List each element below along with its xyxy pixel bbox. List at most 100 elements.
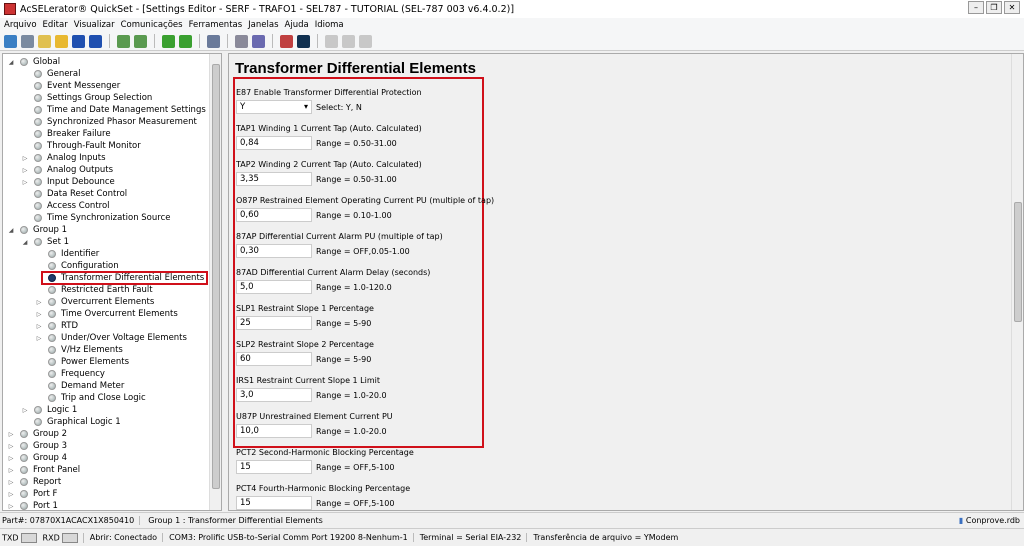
setting-input[interactable]: 0,84 xyxy=(236,136,312,150)
collapsed-arrow-icon[interactable]: ▷ xyxy=(35,311,43,318)
tree-item[interactable]: ▷ Overcurrent Elements xyxy=(35,296,155,308)
menu-editar[interactable]: Editar xyxy=(43,20,68,30)
collapsed-arrow-icon[interactable]: ▷ xyxy=(7,479,15,486)
tree-item[interactable]: V/Hz Elements xyxy=(35,344,123,356)
tree-item[interactable]: Restricted Earth Fault xyxy=(35,284,153,296)
expanded-arrow-icon[interactable]: ◢ xyxy=(21,239,29,246)
collapsed-arrow-icon[interactable]: ▷ xyxy=(7,491,15,498)
toolbar-button-icon[interactable] xyxy=(162,34,175,48)
tree-item[interactable]: Configuration xyxy=(35,260,119,272)
collapsed-arrow-icon[interactable]: ▷ xyxy=(21,179,29,186)
tree-item[interactable]: ▷ Port F xyxy=(7,488,58,500)
setting-input[interactable]: 5,0 xyxy=(236,280,312,294)
menu-comunicações[interactable]: Comunicações xyxy=(121,20,183,30)
minimize-button[interactable]: – xyxy=(968,1,984,14)
collapsed-arrow-icon[interactable]: ▷ xyxy=(7,431,15,438)
collapsed-arrow-icon[interactable]: ▷ xyxy=(7,503,15,510)
close-button[interactable]: ✕ xyxy=(1004,1,1020,14)
menu-visualizar[interactable]: Visualizar xyxy=(74,20,115,30)
tree-item[interactable]: ▷ Analog Outputs xyxy=(21,164,113,176)
setting-select[interactable]: Y xyxy=(236,100,312,114)
toolbar-button-icon[interactable] xyxy=(72,34,85,48)
toolbar-button-icon[interactable] xyxy=(4,34,17,48)
toolbar-button-icon[interactable] xyxy=(134,34,147,48)
scroll-thumb[interactable] xyxy=(212,64,220,489)
toolbar-button-icon[interactable] xyxy=(207,34,220,48)
tree-item[interactable]: ▷ RTD xyxy=(35,320,78,332)
collapsed-arrow-icon[interactable]: ▷ xyxy=(21,407,29,414)
tree-item[interactable]: ▷ Front Panel xyxy=(7,464,80,476)
tree-item[interactable]: Settings Group Selection xyxy=(21,92,152,104)
toolbar-button-icon[interactable] xyxy=(342,34,355,48)
toolbar-button-icon[interactable] xyxy=(179,34,192,48)
tree-item[interactable]: Trip and Close Logic xyxy=(35,392,146,404)
main-scrollbar[interactable] xyxy=(1011,54,1023,510)
collapsed-arrow-icon[interactable]: ▷ xyxy=(35,335,43,342)
tree-item[interactable]: Data Reset Control xyxy=(21,188,127,200)
tree-item[interactable]: ▷ Group 2 xyxy=(7,428,67,440)
tree-item[interactable]: Access Control xyxy=(21,200,110,212)
tree-item[interactable]: ◢ Group 1 xyxy=(7,224,67,236)
menu-idioma[interactable]: Idioma xyxy=(315,20,344,30)
tree-item[interactable]: ▷ Analog Inputs xyxy=(21,152,106,164)
menu-arquivo[interactable]: Arquivo xyxy=(4,20,37,30)
collapsed-arrow-icon[interactable]: ▷ xyxy=(7,467,15,474)
tree-item[interactable]: Time and Date Management Settings xyxy=(21,104,206,116)
collapsed-arrow-icon[interactable]: ▷ xyxy=(35,323,43,330)
tree-item[interactable]: Power Elements xyxy=(35,356,129,368)
setting-input[interactable]: 3,35 xyxy=(236,172,312,186)
setting-input[interactable]: 3,0 xyxy=(236,388,312,402)
toolbar-button-icon[interactable] xyxy=(280,34,293,48)
toolbar-button-icon[interactable] xyxy=(252,34,265,48)
menu-janelas[interactable]: Janelas xyxy=(248,20,278,30)
tree-item[interactable]: Breaker Failure xyxy=(21,128,111,140)
setting-input[interactable]: 0,60 xyxy=(236,208,312,222)
tree-item[interactable]: ▷ Input Debounce xyxy=(21,176,115,188)
collapsed-arrow-icon[interactable]: ▷ xyxy=(7,455,15,462)
scroll-thumb[interactable] xyxy=(1014,202,1022,322)
tree-item[interactable]: Transformer Differential Elements xyxy=(35,271,209,285)
toolbar-button-icon[interactable] xyxy=(89,34,102,48)
collapsed-arrow-icon[interactable]: ▷ xyxy=(7,443,15,450)
restore-button[interactable]: ❐ xyxy=(986,1,1002,14)
toolbar-button-icon[interactable] xyxy=(325,34,338,48)
tree-item[interactable]: Demand Meter xyxy=(35,380,124,392)
toolbar-button-icon[interactable] xyxy=(235,34,248,48)
tree-item[interactable]: Synchronized Phasor Measurement xyxy=(21,116,197,128)
tree-item[interactable]: Graphical Logic 1 xyxy=(21,416,121,428)
tree-item[interactable]: ◢ Set 1 xyxy=(21,236,69,248)
tree-item[interactable]: ▷ Under/Over Voltage Elements xyxy=(35,332,187,344)
toolbar-button-icon[interactable] xyxy=(117,34,130,48)
expanded-arrow-icon[interactable]: ◢ xyxy=(7,227,15,234)
setting-input[interactable]: 25 xyxy=(236,316,312,330)
tree-item[interactable]: Event Messenger xyxy=(21,80,120,92)
toolbar-button-icon[interactable] xyxy=(359,34,372,48)
collapsed-arrow-icon[interactable]: ▷ xyxy=(21,167,29,174)
tree-item[interactable]: ▷ Group 4 xyxy=(7,452,67,464)
tree-item[interactable]: General xyxy=(21,68,81,80)
toolbar-button-icon[interactable] xyxy=(297,34,310,48)
tree-item[interactable]: ▷ Logic 1 xyxy=(21,404,78,416)
tree-item[interactable]: ▷ Group 3 xyxy=(7,440,67,452)
tree-item[interactable]: Time Synchronization Source xyxy=(21,212,170,224)
toolbar-button-icon[interactable] xyxy=(38,34,51,48)
tree-scrollbar[interactable] xyxy=(209,54,221,510)
tree-item[interactable]: Identifier xyxy=(35,248,99,260)
tree-item[interactable]: Through-Fault Monitor xyxy=(21,140,141,152)
setting-input[interactable]: 15 xyxy=(236,496,312,510)
toolbar-button-icon[interactable] xyxy=(21,34,34,48)
tree-item[interactable]: ▷ Port 1 xyxy=(7,500,58,510)
menu-ajuda[interactable]: Ajuda xyxy=(285,20,309,30)
collapsed-arrow-icon[interactable]: ▷ xyxy=(35,299,43,306)
setting-input[interactable]: 10,0 xyxy=(236,424,312,438)
tree-item[interactable]: Frequency xyxy=(35,368,105,380)
setting-input[interactable]: 0,30 xyxy=(236,244,312,258)
setting-input[interactable]: 15 xyxy=(236,460,312,474)
collapsed-arrow-icon[interactable]: ▷ xyxy=(21,155,29,162)
expanded-arrow-icon[interactable]: ◢ xyxy=(7,59,15,66)
toolbar-button-icon[interactable] xyxy=(55,34,68,48)
tree-item[interactable]: ◢ Global xyxy=(7,56,60,68)
setting-input[interactable]: 60 xyxy=(236,352,312,366)
menu-ferramentas[interactable]: Ferramentas xyxy=(189,20,243,30)
tree-item[interactable]: ▷ Report xyxy=(7,476,62,488)
